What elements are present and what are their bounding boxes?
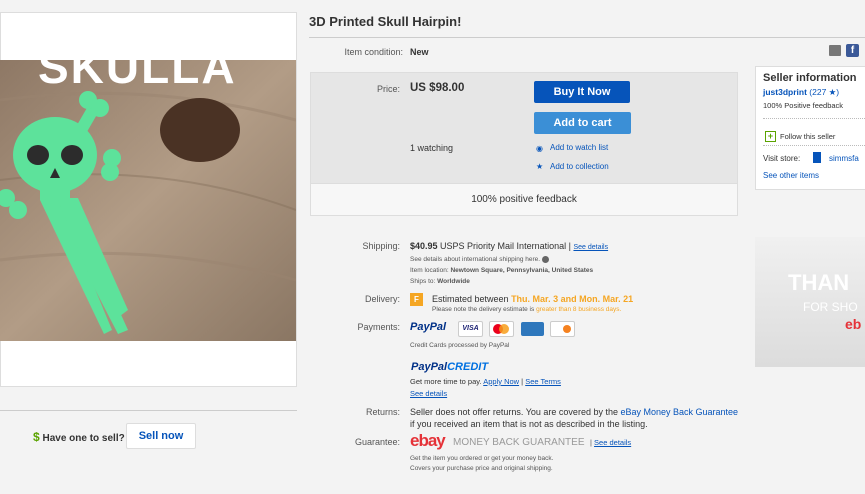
intl-shipping-text: See details about international shipping…: [410, 256, 541, 264]
shipping-line: $40.95 USPS Priority Mail International …: [410, 241, 609, 251]
guarantee-line-1: Get the item you ordered or get your mon…: [410, 455, 554, 462]
visa-icon: VISA: [458, 320, 483, 337]
seller-feedback-score[interactable]: (227 ★): [809, 87, 839, 97]
watching-count: 1 watching: [410, 143, 454, 153]
add-to-collection-link[interactable]: Add to collection: [550, 162, 609, 171]
ships-to: Ships to: Worldwide: [410, 278, 470, 285]
apply-now-link[interactable]: Apply Now: [483, 377, 519, 386]
seller-name-line: just3dprint (227 ★): [763, 87, 839, 98]
shipping-label: Shipping:: [362, 241, 400, 251]
skull-hairpin-image: [0, 60, 296, 341]
seller-info-heading: Seller information: [763, 72, 857, 84]
delivery-estimate: Estimated between Thu. Mar. 3 and Mon. M…: [432, 294, 633, 304]
seller-name-link[interactable]: just3dprint: [763, 87, 807, 97]
seller-positive-feedback: 100% Positive feedback: [763, 101, 844, 110]
returns-text: Seller does not offer returns. You are c…: [410, 407, 618, 417]
delivery-note: Please note the delivery estimate is gre…: [432, 306, 621, 313]
visit-store-label: Visit store:: [763, 154, 801, 163]
add-to-watch-list-link[interactable]: Add to watch list: [550, 143, 608, 152]
shipping-service: USPS Priority Mail International: [440, 241, 567, 251]
money-back-guarantee-badge: MONEY BACK GUARANTEE: [453, 437, 585, 448]
intl-shipping-note: See details about international shipping…: [410, 256, 549, 263]
paypal-processed-note: Credit Cards processed by PayPal: [410, 342, 510, 349]
banner-ebay-logo: eb: [845, 316, 862, 332]
returns-policy: Seller does not offer returns. You are c…: [410, 406, 740, 430]
mastercard-icon: [489, 320, 515, 337]
condition-label: Item condition:: [344, 47, 403, 57]
delivery-flag-icon: F: [410, 293, 423, 306]
delivery-estimated-text: Estimated between: [432, 294, 509, 304]
guarantee-label: Guarantee:: [354, 437, 400, 447]
delivery-label: Delivery:: [364, 294, 400, 304]
store-icon: [813, 152, 821, 163]
divider: [763, 145, 865, 146]
guarantee-line-2: Covers your purchase price and original …: [410, 465, 553, 472]
sell-prompt-label: Have one to sell?: [42, 433, 125, 444]
item-location-label: Item location:: [410, 267, 449, 274]
item-title: 3D Printed Skull Hairpin!: [309, 14, 462, 29]
returns-text-suffix: if you received an item that is not as d…: [410, 419, 648, 429]
paypal-logo: PayPal: [410, 321, 447, 333]
guarantee-see-details-link[interactable]: See details: [594, 438, 631, 447]
dollar-icon: $: [33, 430, 40, 444]
paypal-credit-line: Get more time to pay. Apply Now | See Te…: [410, 377, 561, 386]
shipping-see-details-link[interactable]: See details: [573, 244, 608, 251]
banner-headline: THAN: [788, 270, 850, 295]
paypal-credit-logo: PayPalCREDIT: [411, 361, 488, 373]
follow-seller-link[interactable]: Follow this seller: [780, 132, 835, 141]
money-back-guarantee-link[interactable]: eBay Money Back Guarantee: [620, 407, 738, 417]
positive-feedback-bar: 100% positive feedback: [310, 183, 738, 216]
help-icon[interactable]: [541, 256, 549, 263]
price-label: Price:: [376, 84, 400, 94]
delivery-dates: Thu. Mar. 3 and Mon. Mar. 21: [511, 294, 634, 304]
facebook-share-icon[interactable]: f: [846, 44, 859, 57]
photo-caption-text: SKULLA: [38, 41, 237, 93]
payments-see-details-link[interactable]: See details: [410, 389, 447, 398]
card-logos: VISA: [458, 320, 577, 338]
email-share-icon[interactable]: [829, 45, 841, 56]
payments-label: Payments:: [357, 322, 400, 332]
plus-icon: +: [765, 131, 776, 142]
more-time-text: Get more time to pay.: [410, 377, 482, 386]
paypal-credit-word-a: PayPal: [411, 361, 448, 373]
delivery-note-highlight: greater than 8 business days.: [536, 306, 622, 313]
star-icon: ★: [536, 162, 544, 171]
see-other-items-link[interactable]: See other items: [763, 171, 819, 180]
shipping-cost: $40.95: [410, 241, 438, 251]
delivery-note-text: Please note the delivery estimate is: [432, 306, 535, 313]
item-location: Item location: Newtown Square, Pennsylva…: [410, 267, 593, 274]
buy-it-now-button[interactable]: Buy It Now: [534, 81, 630, 103]
ships-to-label: Ships to:: [410, 278, 436, 285]
eye-icon: ◉: [536, 144, 543, 153]
product-photo[interactable]: [0, 60, 296, 341]
ships-to-value: Worldwide: [437, 278, 470, 285]
ebay-logo: ebay: [410, 431, 446, 451]
item-location-value: Newtown Square, Pennsylvania, United Sta…: [450, 267, 594, 274]
banner-subline: FOR SHO: [803, 300, 858, 314]
sell-prompt: $ Have one to sell?: [33, 430, 125, 444]
sell-now-button[interactable]: Sell now: [126, 423, 196, 449]
ebay-logo-text: ebay: [410, 431, 446, 450]
divider: [763, 118, 865, 119]
discover-icon: [550, 320, 576, 337]
amex-icon: [520, 321, 544, 336]
divider: [309, 37, 865, 38]
add-to-cart-button[interactable]: Add to cart: [534, 112, 631, 134]
paypal-credit-word-b: CREDIT: [447, 361, 489, 373]
returns-label: Returns:: [365, 407, 400, 417]
guarantee-details: | See details: [590, 438, 632, 447]
divider: [0, 410, 297, 411]
price-value: US $98.00: [410, 82, 465, 94]
store-link[interactable]: simmsfa: [829, 154, 859, 163]
condition-value: New: [410, 47, 429, 57]
see-terms-link[interactable]: See Terms: [525, 377, 561, 386]
